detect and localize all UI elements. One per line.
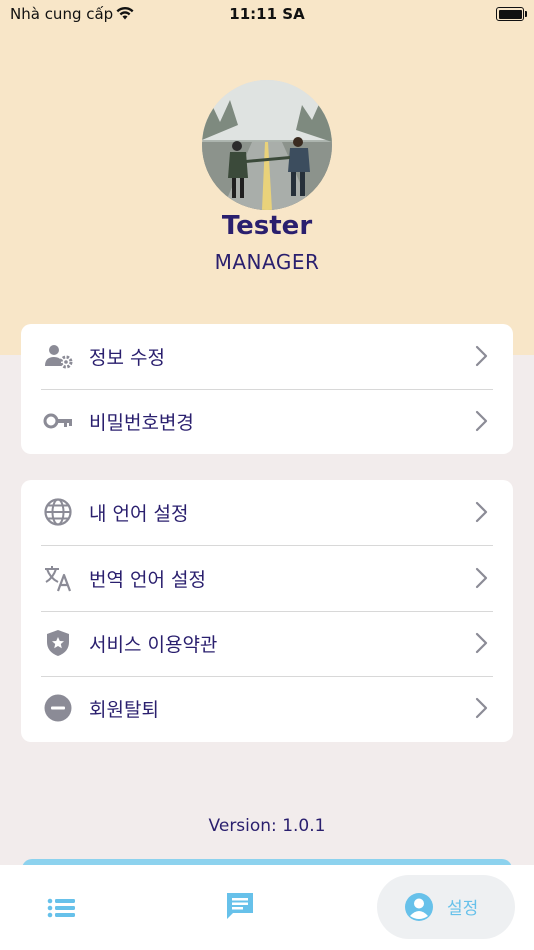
- shield-star-icon: [47, 630, 69, 656]
- list-icon[interactable]: [47, 897, 77, 919]
- app-settings-card: 내 언어 설정 번역 언어 설정 서비스 이용약관 회원탈퇴: [21, 480, 513, 742]
- menu-item-translation-language[interactable]: 번역 언어 설정: [21, 546, 513, 611]
- menu-item-edit-info[interactable]: 정보 수정: [21, 324, 513, 389]
- profile-role: MANAGER: [214, 250, 320, 274]
- menu-item-label: 회원탈퇴: [89, 699, 159, 721]
- chevron-right-icon: [475, 501, 488, 523]
- key-icon: [43, 413, 72, 429]
- chat-icon[interactable]: [224, 890, 256, 922]
- menu-item-label: 내 언어 설정: [89, 503, 189, 525]
- user-gear-icon: [45, 345, 73, 369]
- avatar[interactable]: [202, 80, 332, 210]
- menu-item-label: 번역 언어 설정: [89, 569, 206, 591]
- menu-item-withdraw-membership[interactable]: 회원탈퇴: [21, 676, 513, 741]
- app-version: Version: 1.0.1: [208, 816, 326, 836]
- minus-circle-icon: [44, 694, 72, 722]
- menu-item-label: 정보 수정: [89, 347, 165, 369]
- globe-icon: [44, 498, 72, 526]
- chevron-right-icon: [475, 345, 488, 367]
- battery-icon: [496, 7, 527, 21]
- user-circle-icon: [405, 893, 433, 921]
- menu-item-change-password[interactable]: 비밀번호변경: [21, 389, 513, 454]
- avatar-photo: [202, 80, 332, 210]
- tab-settings-label: 설정: [447, 899, 479, 919]
- chevron-right-icon: [475, 567, 488, 589]
- menu-item-label: 비밀번호변경: [89, 412, 194, 434]
- chevron-right-icon: [475, 697, 488, 719]
- menu-item-terms-of-service[interactable]: 서비스 이용약관: [21, 611, 513, 676]
- menu-item-my-language[interactable]: 내 언어 설정: [21, 480, 513, 545]
- tab-settings[interactable]: 설정: [377, 875, 515, 939]
- status-bar: Nhà cung cấp 11:11 SA: [0, 0, 534, 30]
- translate-icon: [45, 566, 72, 592]
- profile-name: Tester: [221, 211, 313, 241]
- chevron-right-icon: [475, 632, 488, 654]
- clock: 11:11 SA: [229, 5, 305, 23]
- chevron-right-icon: [475, 410, 488, 432]
- menu-item-label: 서비스 이용약관: [89, 634, 218, 656]
- account-settings-card: 정보 수정 비밀번호변경: [21, 324, 513, 454]
- tab-bar: 설정: [0, 865, 534, 950]
